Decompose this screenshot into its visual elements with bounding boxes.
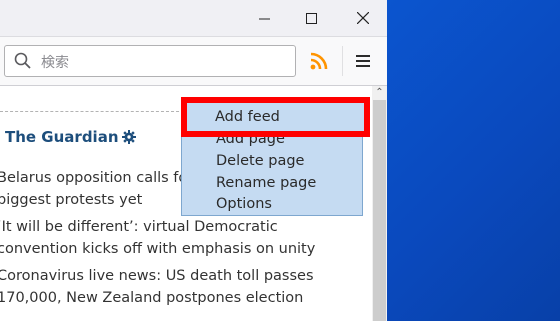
close-icon	[356, 12, 369, 24]
desktop-background	[387, 0, 560, 321]
minimize-icon	[259, 18, 270, 19]
close-button[interactable]	[338, 0, 387, 36]
toolbar-separator	[342, 46, 343, 76]
scroll-up-icon[interactable]: ⌃	[372, 86, 387, 100]
news-item[interactable]: Coronavirus live news: US death toll pas…	[0, 265, 337, 309]
news-item-line: convention kicks off with emphasis on un…	[0, 241, 316, 257]
menu-item-delete-page[interactable]: Delete page	[216, 153, 304, 169]
browser-window: 検索 ⌃ The Guardian Belarus opposition cal…	[0, 0, 387, 321]
rss-icon[interactable]	[310, 52, 328, 70]
news-item-line: ‘It will be different’: virtual Democrat…	[0, 219, 278, 235]
hamburger-menu-icon[interactable]	[355, 52, 371, 70]
search-icon	[14, 52, 31, 69]
menu-item-add-feed-label: Add feed	[215, 109, 280, 125]
title-bar	[0, 0, 387, 36]
menu-item-rename-page[interactable]: Rename page	[216, 175, 316, 191]
menu-item-options[interactable]: Options	[216, 196, 272, 212]
minimize-button[interactable]	[240, 0, 289, 36]
feed-title[interactable]: The Guardian	[5, 128, 119, 146]
menu-item-add-feed[interactable]: Add feed	[181, 97, 370, 137]
news-item-line: 170,000, New Zealand postpones election	[0, 290, 304, 306]
gear-icon[interactable]	[122, 130, 136, 144]
maximize-button[interactable]	[287, 0, 336, 36]
news-item[interactable]: ‘It will be different’: virtual Democrat…	[0, 216, 337, 260]
news-item-line: Coronavirus live news: US death toll pas…	[0, 268, 314, 284]
maximize-icon	[306, 12, 317, 24]
toolbar: 検索	[0, 36, 387, 86]
search-input[interactable]: 検索	[4, 45, 296, 77]
search-placeholder: 検索	[41, 55, 69, 71]
scrollbar-thumb[interactable]	[373, 100, 386, 321]
